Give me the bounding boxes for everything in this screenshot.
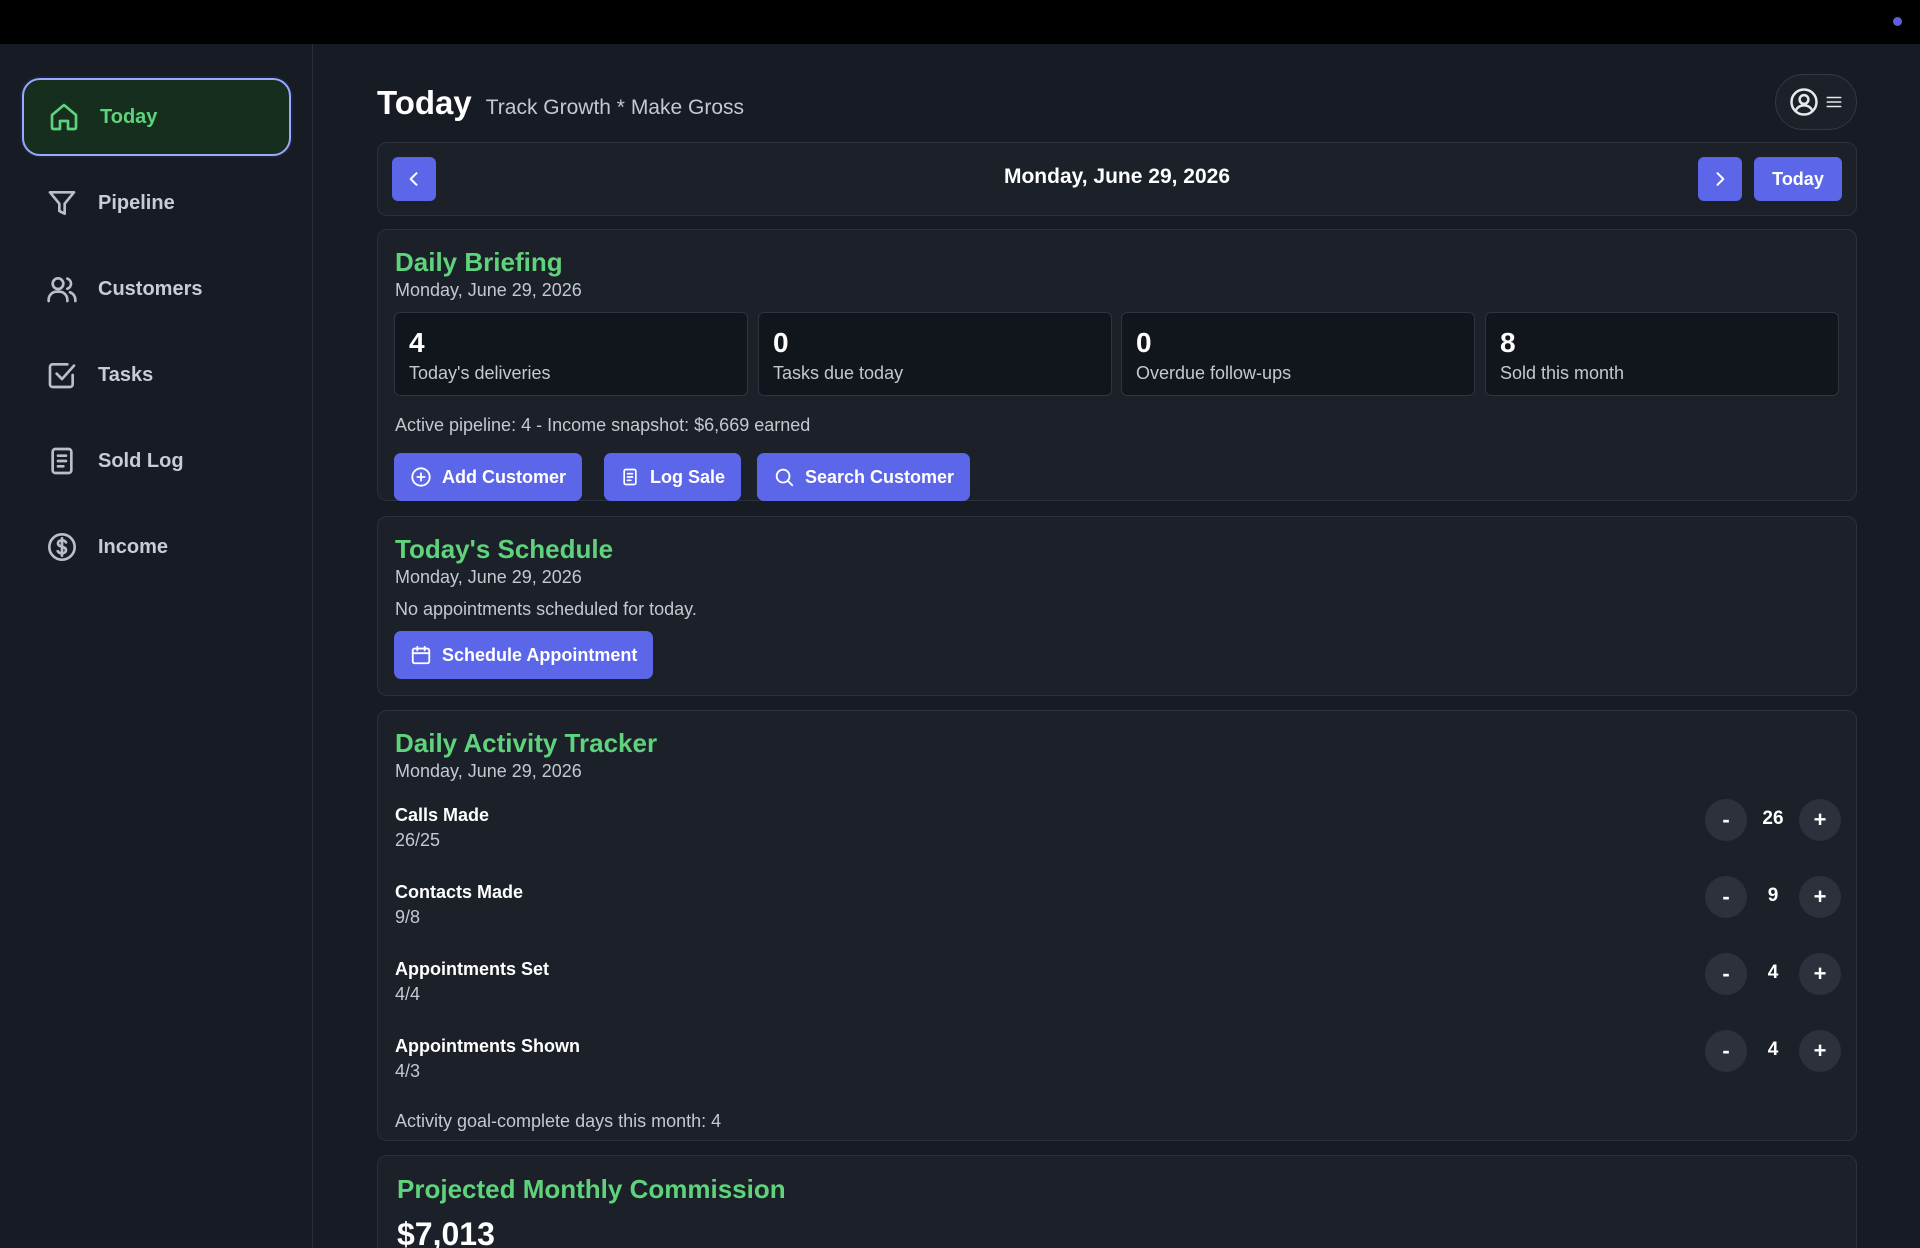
activity-progress: 9/8 xyxy=(395,907,421,927)
menu-icon xyxy=(1826,96,1842,108)
sidebar-item-label: Tasks xyxy=(98,363,154,386)
plus-circle-icon xyxy=(411,467,431,487)
stepper-value: 26 xyxy=(1762,808,1784,829)
checkbox-icon xyxy=(46,359,78,391)
sidebar-item-label: Sold Log xyxy=(98,449,184,472)
increment-button[interactable]: + xyxy=(1799,1030,1841,1072)
user-circle-icon xyxy=(1790,88,1818,116)
stat-label: Today's deliveries xyxy=(409,363,551,383)
stepper-value: 4 xyxy=(1767,962,1779,983)
daily-briefing-card: Daily Briefing Monday, June 29, 2026 4 T… xyxy=(377,229,1857,501)
activity-progress: 4/4 xyxy=(395,984,421,1004)
section-title: Daily Briefing xyxy=(395,247,563,277)
dollar-circle-icon xyxy=(46,531,78,563)
stat-value: 8 xyxy=(1500,327,1516,358)
schedule-appointment-button[interactable]: Schedule Appointment xyxy=(394,631,654,679)
briefing-summary: Active pipeline: 4 - Income snapshot: $6… xyxy=(395,415,811,435)
today-button[interactable]: Today xyxy=(1754,157,1842,201)
button-label: Add Customer xyxy=(442,466,567,487)
increment-button[interactable]: + xyxy=(1799,953,1841,995)
next-day-button[interactable] xyxy=(1698,157,1742,201)
stat-value: 0 xyxy=(1136,327,1152,358)
button-label: Schedule Appointment xyxy=(442,644,638,665)
sidebar-item-label: Income xyxy=(98,535,169,558)
stat-value: 4 xyxy=(409,327,425,358)
projected-commission-card: Projected Monthly Commission $7,013 xyxy=(377,1155,1857,1248)
page-header: Today Track Growth * Make Gross xyxy=(377,84,744,134)
status-dot-icon xyxy=(1893,17,1902,26)
stat-overdue-follow-ups[interactable]: 0 Overdue follow-ups xyxy=(1121,312,1475,396)
appointments-shown-stepper: - 4 + xyxy=(1705,1030,1841,1074)
document-icon xyxy=(46,445,78,477)
sidebar-item-sold-log[interactable]: Sold Log xyxy=(22,422,291,500)
increment-button[interactable]: + xyxy=(1799,799,1841,841)
sidebar-item-label: Customers xyxy=(98,277,203,300)
sidebar-item-label: Pipeline xyxy=(98,191,175,214)
decrement-button[interactable]: - xyxy=(1705,876,1747,918)
activity-row-contacts-made: Contacts Made 9/8 - 9 + xyxy=(395,876,1841,942)
decrement-button[interactable]: - xyxy=(1705,953,1747,995)
decrement-button[interactable]: - xyxy=(1705,799,1747,841)
stat-label: Tasks due today xyxy=(773,363,904,383)
daily-activity-tracker-card: Daily Activity Tracker Monday, June 29, … xyxy=(377,710,1857,1141)
sidebar-item-label: Today xyxy=(100,105,158,128)
document-icon xyxy=(623,468,637,486)
section-title: Daily Activity Tracker xyxy=(395,728,658,758)
stepper-value: 4 xyxy=(1767,1039,1779,1060)
activity-row-calls-made: Calls Made 26/25 - 26 + xyxy=(395,799,1841,865)
page-title: Today xyxy=(377,84,472,121)
stat-tasks-due-today[interactable]: 0 Tasks due today xyxy=(758,312,1112,396)
activity-label: Calls Made xyxy=(395,805,490,825)
chevron-right-icon xyxy=(1716,172,1725,186)
activity-label: Appointments Set xyxy=(395,959,550,979)
add-customer-button[interactable]: Add Customer xyxy=(394,453,583,501)
todays-schedule-card: Today's Schedule Monday, June 29, 2026 N… xyxy=(377,516,1857,696)
activity-row-appointments-set: Appointments Set 4/4 - 4 + xyxy=(395,953,1841,1019)
appointments-set-stepper: - 4 + xyxy=(1705,953,1841,997)
log-sale-button[interactable]: Log Sale xyxy=(604,453,742,501)
sidebar-item-pipeline[interactable]: Pipeline xyxy=(22,164,291,242)
section-title: Projected Monthly Commission xyxy=(397,1174,786,1204)
activity-progress: 4/3 xyxy=(395,1061,421,1081)
button-label: Search Customer xyxy=(805,466,955,487)
section-date: Monday, June 29, 2026 xyxy=(395,280,582,300)
top-bar xyxy=(0,0,1920,44)
section-date: Monday, June 29, 2026 xyxy=(395,761,582,781)
sidebar-item-today[interactable]: Today xyxy=(22,78,291,156)
sidebar-item-tasks[interactable]: Tasks xyxy=(22,336,291,414)
section-title: Today's Schedule xyxy=(395,534,614,564)
stat-label: Sold this month xyxy=(1500,363,1625,383)
current-date: Monday, June 29, 2026 xyxy=(1003,165,1231,188)
sidebar: Today Pipeline Customers Tasks Sold Log … xyxy=(0,44,313,1248)
search-icon xyxy=(775,468,794,487)
calls-made-stepper: - 26 + xyxy=(1705,799,1841,843)
increment-button[interactable]: + xyxy=(1799,876,1841,918)
stat-label: Overdue follow-ups xyxy=(1136,363,1292,383)
activity-progress: 26/25 xyxy=(395,830,441,850)
schedule-empty-text: No appointments scheduled for today. xyxy=(395,599,697,619)
search-customer-button[interactable]: Search Customer xyxy=(757,453,971,501)
section-date: Monday, June 29, 2026 xyxy=(395,567,582,587)
button-label: Log Sale xyxy=(650,466,726,487)
contacts-made-stepper: - 9 + xyxy=(1705,876,1841,920)
home-icon xyxy=(48,101,80,133)
sidebar-item-customers[interactable]: Customers xyxy=(22,250,291,328)
funnel-icon xyxy=(46,187,78,219)
activity-label: Appointments Shown xyxy=(395,1036,580,1056)
activity-row-appointments-shown: Appointments Shown 4/3 - 4 + xyxy=(395,1030,1841,1096)
decrement-button[interactable]: - xyxy=(1705,1030,1747,1072)
page-subtitle: Track Growth * Make Gross xyxy=(485,96,745,119)
user-menu-button[interactable] xyxy=(1775,74,1857,130)
commission-amount: $7,013 xyxy=(397,1216,495,1248)
activity-label: Contacts Made xyxy=(395,882,524,902)
date-navigator: Monday, June 29, 2026 Today xyxy=(377,142,1857,216)
stat-sold-this-month[interactable]: 8 Sold this month xyxy=(1485,312,1839,396)
users-icon xyxy=(46,273,78,305)
activity-footer: Activity goal-complete days this month: … xyxy=(395,1111,722,1131)
stepper-value: 9 xyxy=(1767,885,1779,906)
calendar-icon xyxy=(411,645,431,665)
stat-todays-deliveries[interactable]: 4 Today's deliveries xyxy=(394,312,748,396)
sidebar-item-income[interactable]: Income xyxy=(22,508,291,586)
stat-value: 0 xyxy=(773,327,789,358)
